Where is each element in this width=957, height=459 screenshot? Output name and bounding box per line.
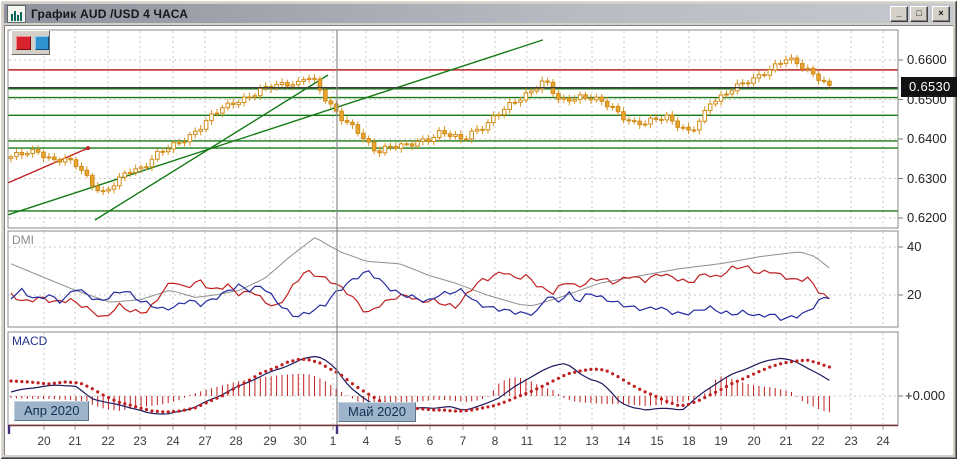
day-tick-label: 24 [876, 434, 889, 448]
price-tick-label: 0.6300 [907, 171, 947, 186]
day-tick-label: 14 [617, 434, 630, 448]
day-tick-label: 27 [198, 434, 211, 448]
day-tick-label: 22 [811, 434, 824, 448]
day-tick-label: 1 [330, 434, 337, 448]
price-tick-label: 0.6500 [907, 92, 947, 107]
day-tick-label: 20 [37, 434, 50, 448]
blue-marker-button[interactable] [35, 36, 50, 50]
day-tick-label: 4 [363, 434, 370, 448]
day-tick-label: 12 [553, 434, 566, 448]
day-tick-label: 20 [747, 434, 760, 448]
macd-zero-label: +0.000 [905, 388, 945, 403]
day-tick-label: 28 [229, 434, 242, 448]
day-tick-label: 7 [460, 434, 467, 448]
day-tick-label: 13 [585, 434, 598, 448]
day-tick-label: 29 [263, 434, 276, 448]
day-tick-label: 23 [844, 434, 857, 448]
day-tick-label: 5 [395, 434, 402, 448]
day-tick-label: 15 [650, 434, 663, 448]
day-tick-label: 6 [427, 434, 434, 448]
day-tick-label: 30 [293, 434, 306, 448]
day-tick-label: 19 [714, 434, 727, 448]
month-marker-may: Май 2020 [338, 402, 416, 422]
price-tick-label: 0.6200 [907, 210, 947, 225]
macd-pane-label: MACD [12, 334, 47, 348]
day-tick-label: 11 [521, 434, 533, 448]
day-tick-label: 23 [133, 434, 146, 448]
day-tick-label: 18 [682, 434, 695, 448]
dmi-tick-label: 20 [907, 287, 921, 302]
red-marker-button[interactable] [16, 36, 31, 50]
dmi-tick-label: 40 [907, 239, 921, 254]
day-tick-label: 22 [101, 434, 114, 448]
day-tick-label: 24 [166, 434, 179, 448]
month-marker-april: Апр 2020 [14, 401, 89, 421]
marker-toolbar [11, 30, 50, 55]
price-tick-label: 0.6400 [907, 131, 947, 146]
day-tick-label: 21 [68, 434, 81, 448]
chart-window: График AUD /USD 4 ЧАСА _ □ × DMI MACD 0.… [0, 0, 957, 459]
day-tick-label: 21 [779, 434, 792, 448]
price-tick-label: 0.6600 [907, 52, 947, 67]
day-tick-label: 8 [492, 434, 499, 448]
chart-canvas[interactable] [0, 0, 957, 459]
dmi-pane-label: DMI [12, 233, 34, 247]
